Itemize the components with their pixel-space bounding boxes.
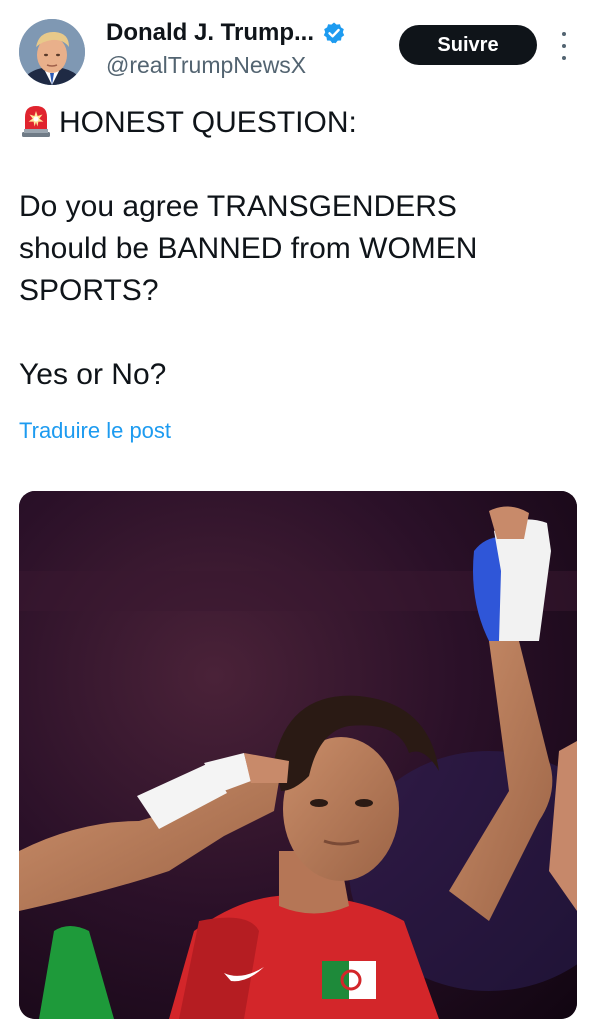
- post-body-line: Do you agree TRANSGENDERS: [19, 190, 457, 223]
- post-header: Donald J. Trump... @realTrumpNewsX Suivr…: [0, 0, 596, 100]
- more-options-icon[interactable]: [556, 32, 572, 60]
- author-display-name[interactable]: Donald J. Trump...: [106, 19, 314, 47]
- post-body-line: should be BANNED from WOMEN: [19, 232, 478, 265]
- author-names[interactable]: Donald J. Trump... @realTrumpNewsX: [106, 16, 386, 79]
- post-headline-line: HONEST QUESTION:: [19, 102, 579, 144]
- verified-badge-icon: [322, 21, 346, 45]
- siren-icon: [19, 102, 53, 138]
- boxer-photo: [19, 491, 577, 1019]
- follow-button[interactable]: Suivre: [399, 25, 537, 65]
- post-media-photo[interactable]: [19, 491, 577, 1019]
- post-headline: HONEST QUESTION:: [59, 106, 357, 139]
- post-text: HONEST QUESTION: Do you agree TRANSGENDE…: [19, 102, 579, 396]
- post-body-line: SPORTS?: [19, 274, 159, 307]
- author-handle[interactable]: @realTrumpNewsX: [106, 52, 386, 79]
- translate-post-link[interactable]: Traduire le post: [19, 418, 171, 444]
- avatar-image: [19, 19, 85, 85]
- post-closing-line: Yes or No?: [19, 358, 167, 391]
- avatar[interactable]: [19, 19, 85, 85]
